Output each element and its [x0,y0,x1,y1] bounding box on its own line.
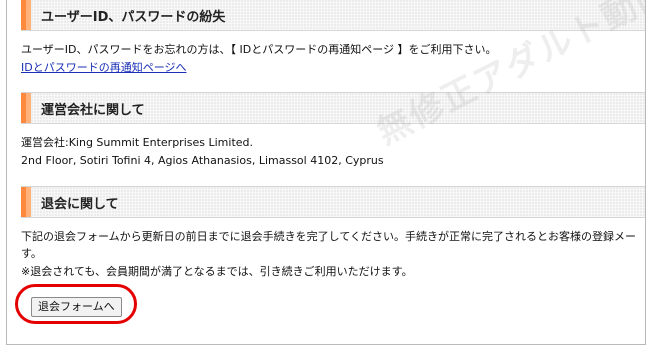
reissue-link[interactable]: IDとパスワードの再通知ページへ [21,59,187,77]
section-accent-bar [21,0,31,30]
withdraw-note: ※退会されても、会員期間が満了となるまでは、引き続きご利用いただけます。 [21,265,413,278]
section-header-withdraw: 退会に関して [21,186,645,218]
page-frame: ユーザーID、パスワードの紛失 ユーザーID、パスワードをお忘れの方は、【 ID… [6,0,646,345]
content-area: ユーザーID、パスワードの紛失 ユーザーID、パスワードをお忘れの方は、【 ID… [15,0,645,344]
section-title-withdraw: 退会に関して [41,197,119,212]
company-address: 2nd Floor, Sotiri Tofini 4, Agios Athana… [21,154,384,167]
withdraw-text-1: 下記の退会フォームから更新日の前日までに退会手続きを完了してください。手続きが正… [21,230,637,243]
lost-id-text: ユーザーID、パスワードをお忘れの方は、【 IDとパスワードの再通知ページ 】を… [21,43,497,56]
section-header-company: 運営会社に関して [21,92,645,124]
section-accent-bar [21,187,31,217]
withdraw-form-button[interactable]: 退会フォームへ [31,297,122,317]
section-accent-bar [21,93,31,123]
section-title-company: 運営会社に関して [41,103,145,118]
withdraw-text-2: す。 [21,247,42,260]
section-header-lost-id: ユーザーID、パスワードの紛失 [21,0,645,31]
company-name: 運営会社:King Summit Enterprises Limited. [21,136,254,149]
section-title-lost-id: ユーザーID、パスワードの紛失 [41,10,226,25]
